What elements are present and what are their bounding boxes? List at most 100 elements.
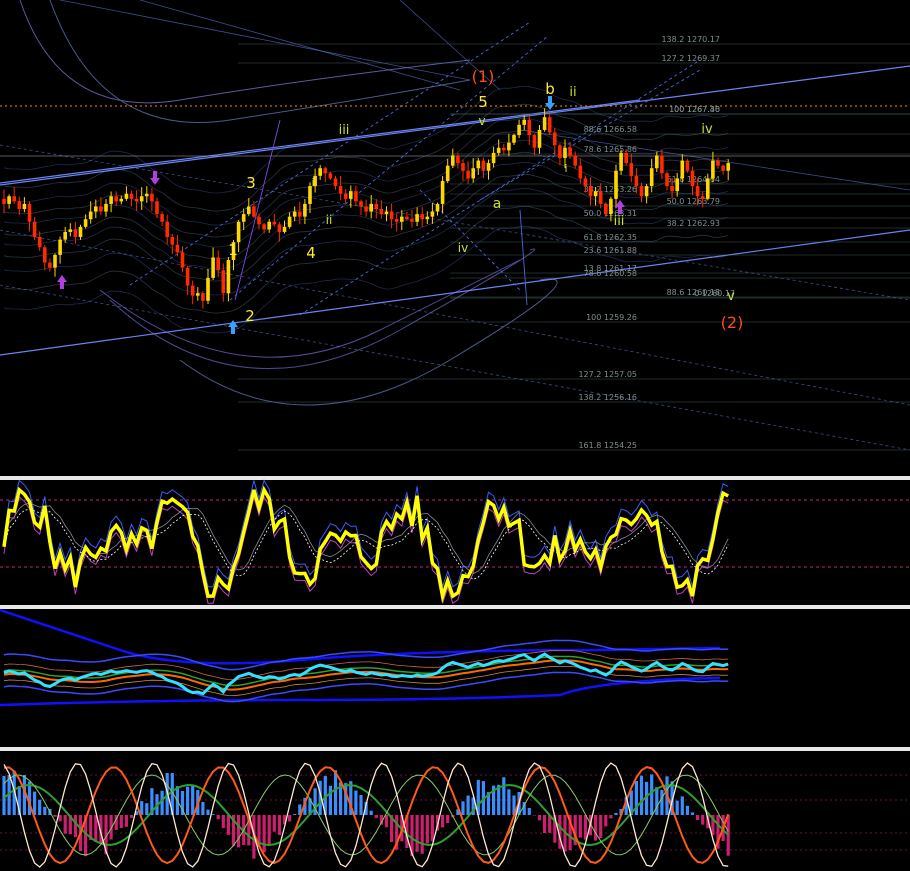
candle-body (415, 214, 419, 222)
candle-body (37, 237, 42, 248)
fib-label: 138.2 1270.17 (661, 35, 720, 44)
arc-line (109, 248, 536, 370)
arc-line (99, 259, 521, 358)
fib-label: 78.6 1265.86 (584, 145, 637, 154)
fib-label: 161.8 1254.25 (578, 441, 637, 450)
wave-label: iv (458, 241, 468, 255)
candle-body (364, 206, 368, 212)
candle-body (124, 193, 129, 199)
candle-body (593, 191, 598, 197)
macd-bar (420, 815, 424, 854)
fib-label: 127.2 1269.37 (661, 54, 720, 63)
candle-body (298, 211, 302, 217)
candle-body (604, 203, 608, 215)
fib-label: 88.6 1266.58 (584, 125, 637, 134)
candle-body (716, 160, 720, 166)
candle-body (685, 160, 690, 171)
macd-bar (33, 791, 37, 815)
macd-bar (277, 815, 281, 835)
candle-body (670, 186, 674, 192)
candle-body (547, 117, 552, 133)
candle-body (7, 196, 11, 204)
wave-label: (2) (721, 313, 744, 332)
macd-bar (145, 803, 149, 815)
candle-body (129, 193, 134, 199)
candle-body (517, 124, 521, 136)
candle-body (236, 221, 241, 243)
candle-body (323, 168, 328, 174)
candle-body (542, 117, 547, 130)
candle-body (247, 206, 251, 215)
candle-body (502, 147, 506, 151)
macd-bar (160, 790, 164, 815)
candle-body (394, 219, 399, 222)
macd-bar (680, 796, 684, 815)
macd-bar (594, 815, 598, 841)
candle-body (558, 145, 562, 158)
candle-body (48, 262, 52, 268)
candle-body (206, 277, 210, 301)
candle-body (43, 247, 47, 263)
candle-body (73, 229, 78, 238)
fib-label: 100 1267.36 (669, 105, 720, 114)
macd-bar (129, 815, 134, 818)
macd-bar (216, 815, 220, 820)
dashed-trendline (229, 35, 549, 301)
candle-body (649, 168, 654, 187)
candle-body (109, 196, 113, 204)
trendline (0, 284, 910, 451)
candle-body (639, 186, 644, 197)
candle-body (221, 270, 226, 294)
candle-body (88, 211, 93, 220)
candle-body (420, 214, 424, 220)
wave-label: 3 (246, 174, 256, 192)
candle-body (491, 152, 496, 164)
candle-body (262, 224, 266, 230)
dashed-trendline (419, 189, 521, 291)
candle-body (150, 193, 154, 202)
candle-body (573, 155, 577, 166)
macd-bar (604, 815, 608, 827)
macd-bar (211, 814, 215, 815)
panel-divider (0, 605, 910, 609)
osc-main-line (2, 485, 730, 604)
candle-body (12, 196, 16, 202)
candle-body (165, 221, 169, 238)
macd-bar (262, 815, 266, 853)
trendline (0, 229, 910, 356)
candle-body (522, 119, 526, 125)
candle-body (99, 206, 103, 212)
candle-body (185, 267, 190, 286)
candle-body (690, 170, 695, 187)
chart-stage: 138.2 1270.17 127.2 1269.37 100 1267.40 100… (0, 0, 910, 871)
fib-label: 50.0 1263.79 (667, 197, 720, 206)
candle-body (537, 129, 542, 148)
candle-body (94, 206, 98, 212)
candle-body (614, 170, 618, 199)
macd-bar (532, 815, 536, 816)
macd-bar (599, 815, 603, 838)
candle-body (27, 203, 32, 222)
macd-bar (701, 815, 705, 825)
wave-label: (1) (472, 67, 495, 86)
candle-body (711, 160, 715, 179)
macd-bar (425, 815, 429, 844)
candle-body (680, 160, 685, 179)
candle-body (160, 214, 164, 222)
candle-body (706, 178, 710, 199)
candle-body (53, 254, 57, 268)
candle-body (78, 226, 83, 238)
macd-bar (374, 815, 378, 818)
candle-body (496, 147, 501, 153)
fib-label: 38.2 1262.93 (667, 219, 720, 228)
candle-body (384, 211, 389, 215)
candle-body (282, 226, 287, 232)
candle-body (655, 155, 659, 169)
candle-body (644, 186, 649, 197)
wave-label: iii (614, 214, 625, 229)
macd-bar (119, 815, 123, 829)
candle-body (267, 221, 271, 230)
macd-bar (38, 799, 42, 815)
candle-body (476, 160, 481, 169)
macd-bar (543, 815, 547, 834)
